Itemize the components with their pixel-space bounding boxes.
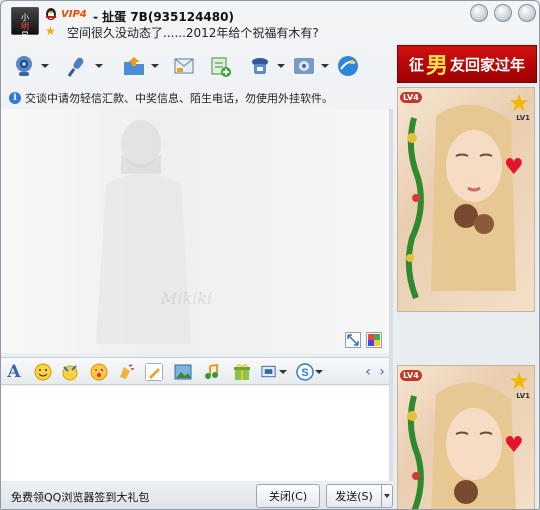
chat-history-area[interactable]: Mikiki	[1, 109, 391, 353]
own-show-image[interactable]: LV4 ★ LV1 ♥	[397, 365, 535, 509]
remote-assist-icon	[247, 53, 273, 79]
star-icon: ★	[45, 24, 56, 38]
create-group-icon	[207, 53, 233, 79]
remote-assist-button[interactable]	[247, 51, 285, 81]
send-sms-button[interactable]	[171, 51, 197, 81]
show-level-badge: LV4	[400, 92, 422, 103]
create-group-button[interactable]	[207, 51, 233, 81]
message-input[interactable]	[1, 386, 391, 481]
vine-decoration	[407, 395, 424, 509]
chevron-down-icon	[41, 64, 49, 68]
send-file-button[interactable]	[121, 51, 159, 81]
chevron-down-icon	[151, 64, 159, 68]
banner-text-highlight: 男	[425, 54, 448, 79]
bottom-bar: 免费领QQ浏览器签到大礼包 关闭(C) 发送(S)	[1, 482, 393, 509]
ad-banner[interactable]: 征 男 友回家过年	[397, 45, 537, 83]
contact-avatar[interactable]: 小明星	[11, 7, 39, 40]
input-toolbar: A S ‹ ›	[1, 357, 391, 385]
emoticon-icon[interactable]	[34, 363, 52, 381]
bubble-theme-button[interactable]	[366, 332, 382, 348]
ad-panel: 征 男 友回家过年 LV4 ★ LV1 ♥ LV4 ★ LV1 ♥	[397, 43, 537, 509]
video-call-button[interactable]	[11, 51, 49, 81]
vertical-divider	[389, 109, 393, 481]
gift-icon[interactable]	[233, 363, 251, 381]
safety-notice: i 交谈中请勿轻信汇款、中奖信息、陌生电话，勿使用外挂软件。	[9, 90, 389, 106]
color-palette-icon	[368, 334, 380, 346]
browser-icon	[335, 53, 361, 79]
promo-link[interactable]: 免费领QQ浏览器签到大礼包	[11, 489, 149, 505]
send-button[interactable]: 发送(S)	[326, 484, 381, 508]
qq-penguin-icon	[46, 8, 56, 20]
info-icon: i	[9, 92, 21, 104]
heart-icon[interactable]: ♥	[504, 157, 524, 179]
chevron-down-icon	[279, 370, 287, 374]
contact-name: - 扯蛋 7B(935124480)	[93, 10, 234, 24]
screenshot-icon	[261, 365, 276, 378]
send-sms-icon	[171, 53, 197, 79]
banner-text-suffix: 友回家过年	[450, 55, 526, 74]
payment-button[interactable]: S	[295, 363, 323, 381]
vip-badge[interactable]: VIP4	[61, 9, 87, 20]
magic-emoticon-icon[interactable]	[61, 363, 79, 381]
close-button[interactable]: 关闭(C)	[256, 484, 320, 508]
svg-text:S: S	[301, 367, 308, 379]
maximize-button[interactable]	[494, 4, 512, 22]
safety-notice-text: 交谈中请勿轻信汇款、中奖信息、陌生电话，勿使用外挂软件。	[25, 92, 333, 105]
contact-signature: 空间很久没动态了......2012年给个祝福有木有?	[67, 26, 319, 40]
music-icon[interactable]	[203, 363, 221, 381]
video-call-icon	[11, 53, 37, 79]
chat-toolbar	[7, 51, 387, 83]
screenshot-button[interactable]	[261, 363, 287, 381]
expand-icon	[347, 334, 359, 346]
image-icon[interactable]	[174, 363, 192, 381]
voice-call-icon	[65, 53, 91, 79]
shake-icon[interactable]	[117, 363, 135, 381]
title-bar: 小明星 VIP4 - 扯蛋 7B(935124480) ★ 空间很久没动态了..…	[1, 1, 539, 43]
send-options-button[interactable]	[381, 484, 393, 508]
portrait-image	[431, 104, 516, 292]
chevron-down-icon	[95, 64, 103, 68]
chat-mode-button[interactable]	[345, 332, 361, 348]
star-level-label: LV1	[516, 392, 530, 400]
chevron-down-icon	[384, 494, 390, 498]
star-level-label: LV1	[516, 114, 530, 122]
show-level-badge: LV4	[400, 370, 422, 381]
qq-chat-window: 小明星 VIP4 - 扯蛋 7B(935124480) ★ 空间很久没动态了..…	[0, 0, 540, 510]
close-window-button[interactable]	[518, 4, 536, 22]
app-settings-button[interactable]	[291, 51, 329, 81]
browser-button[interactable]	[335, 51, 361, 81]
background-watermark: Mikiki	[161, 289, 213, 308]
background-figure	[96, 120, 191, 344]
doodle-icon[interactable]	[145, 363, 163, 381]
heart-icon[interactable]: ♥	[504, 435, 524, 457]
send-file-icon	[121, 53, 147, 79]
banner-text-prefix: 征	[408, 55, 424, 74]
chevron-down-icon	[314, 370, 323, 374]
chevron-down-icon	[321, 64, 329, 68]
payment-icon: S	[295, 363, 314, 381]
vine-decoration	[405, 117, 424, 300]
minimize-button[interactable]	[470, 4, 488, 22]
chevron-down-icon	[277, 64, 285, 68]
app-settings-icon	[291, 53, 317, 79]
font-icon[interactable]: A	[5, 362, 23, 382]
voice-call-button[interactable]	[65, 51, 103, 81]
wink-icon[interactable]	[90, 363, 108, 381]
contact-show-image[interactable]: LV4 ★ LV1 ♥	[397, 87, 535, 312]
